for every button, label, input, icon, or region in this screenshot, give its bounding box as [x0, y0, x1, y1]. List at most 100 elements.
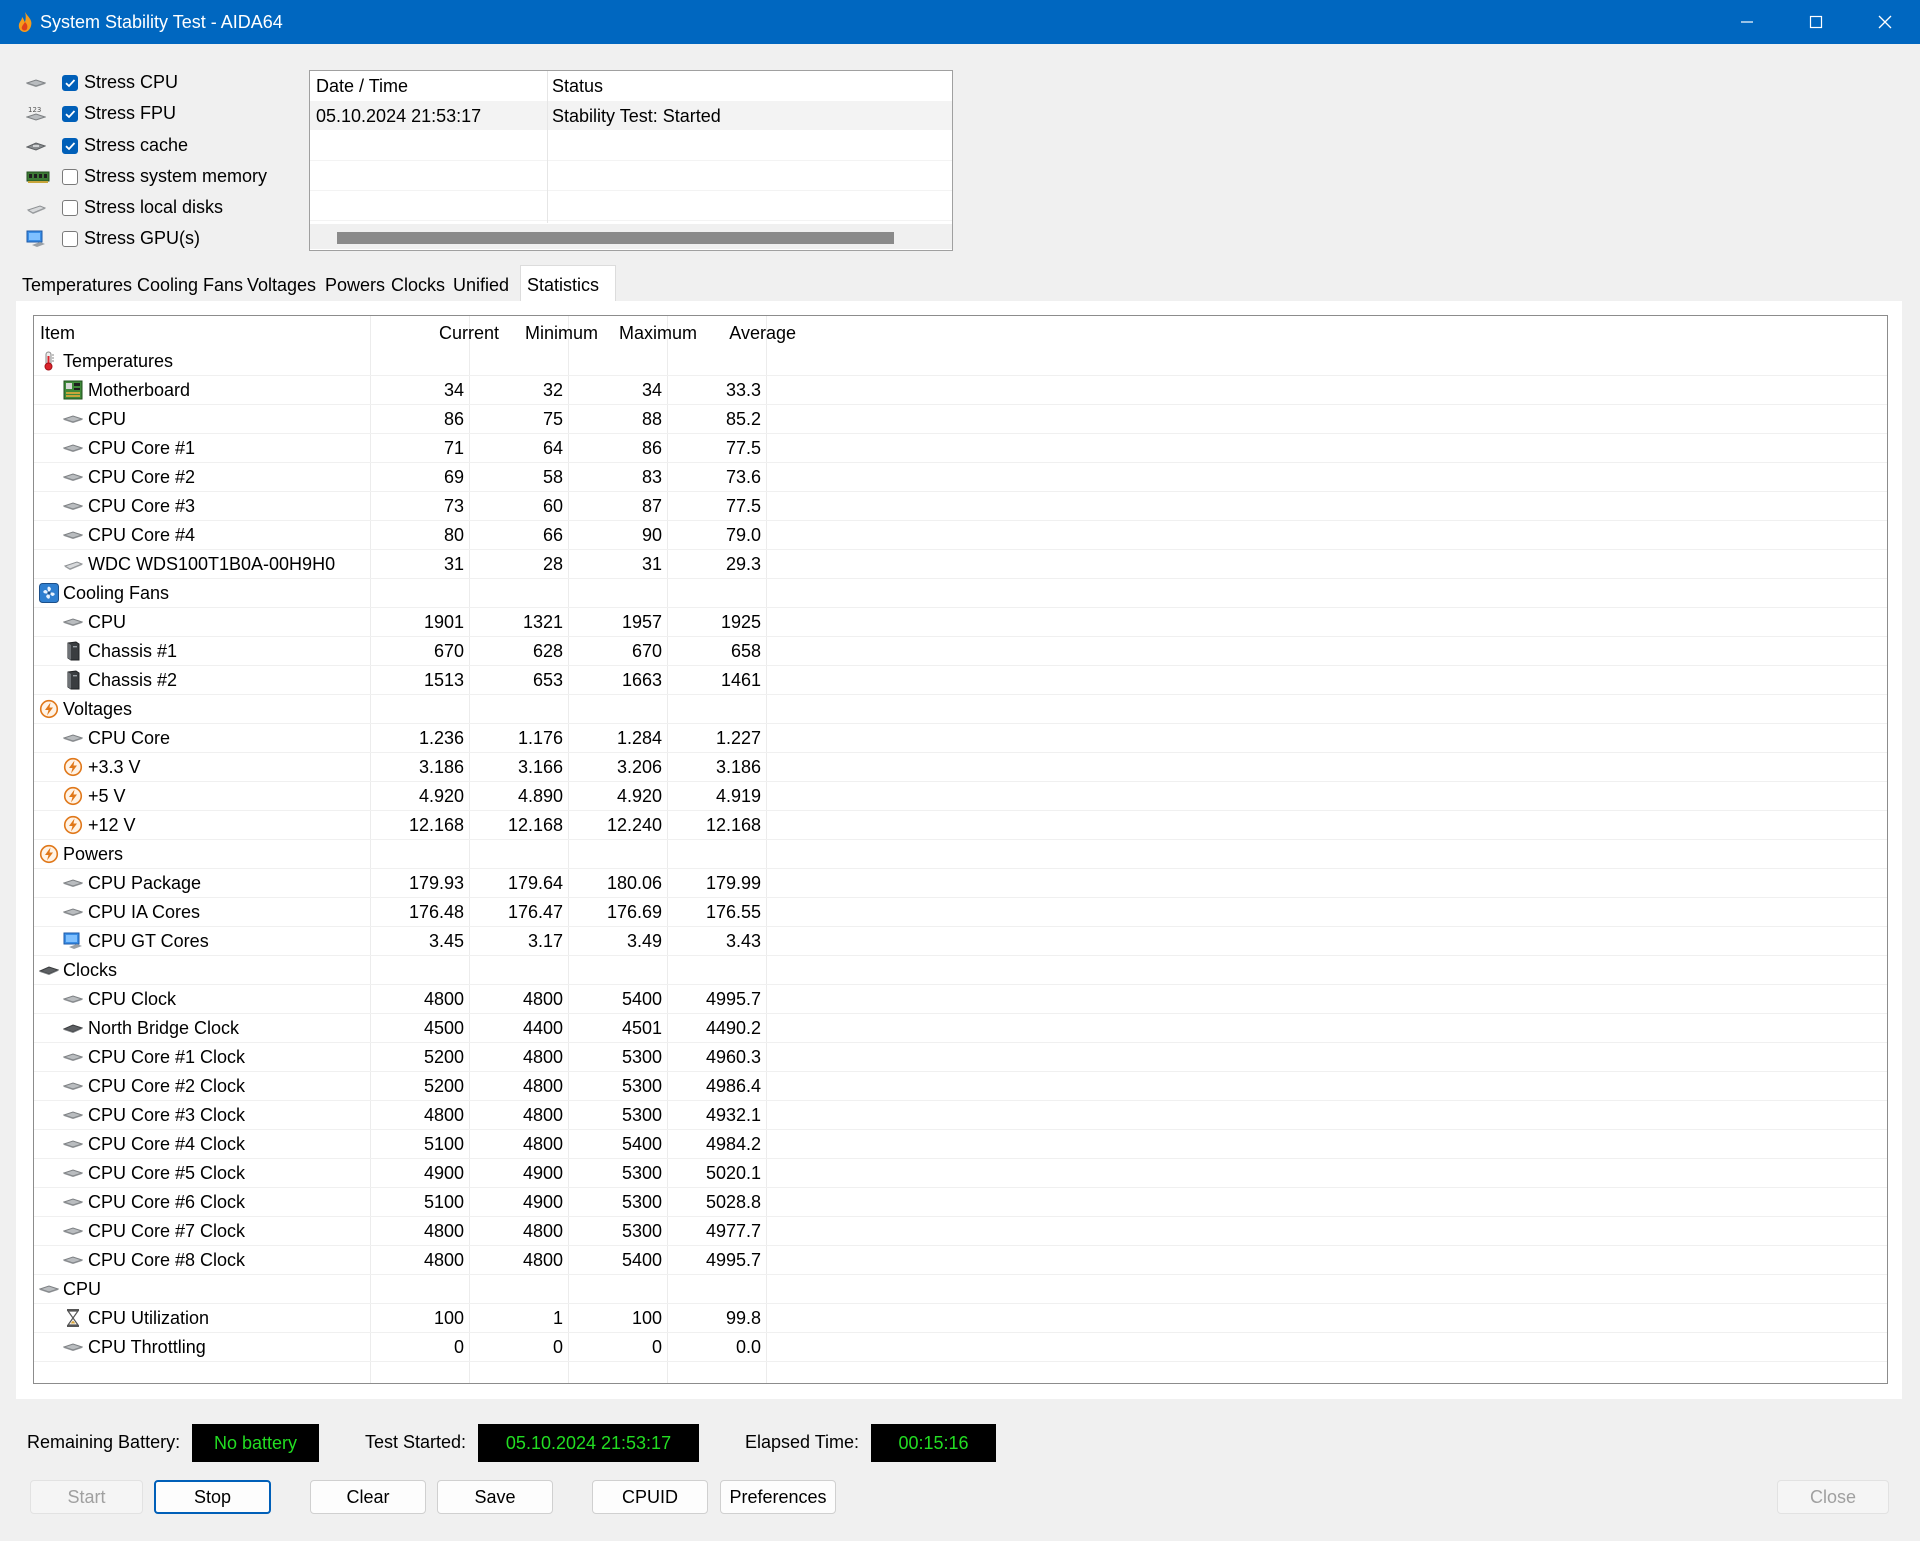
table-row[interactable]: CPU Core #8 Clock 4800 4800 5400 4995.7	[34, 1245, 1887, 1275]
stress-option-stress-gpu-s[interactable]: Stress GPU(s)	[26, 225, 286, 253]
item-name: CPU	[88, 612, 127, 632]
log-row[interactable]: 05.10.2024 21:53:17 Stability Test: Star…	[310, 101, 952, 130]
stress-option-label[interactable]: Stress local disks	[84, 197, 223, 218]
minimum-value: 4800	[522, 1105, 563, 1125]
minimize-button[interactable]	[1713, 0, 1782, 44]
table-row[interactable]: CPU Utilization 100 1 100 99.8	[34, 1303, 1887, 1333]
table-row[interactable]: CPU Core #5 Clock 4900 4900 5300 5020.1	[34, 1158, 1887, 1188]
table-row[interactable]: WDC WDS100T1B0A-00H9H0 31 28 31 29.3	[34, 549, 1887, 579]
header-average[interactable]: Average	[667, 323, 796, 344]
cpu-chip-icon	[62, 1221, 84, 1241]
stress-option-stress-fpu[interactable]: 123 Stress FPU	[25, 100, 286, 128]
cpuid-button[interactable]: CPUID	[592, 1480, 708, 1514]
tab-voltages[interactable]: Voltages	[241, 268, 319, 302]
header-item[interactable]: Item	[40, 323, 75, 344]
stress-option-stress-system-memory[interactable]: Stress system memory	[26, 163, 286, 191]
title-bar[interactable]: System Stability Test - AIDA64	[0, 0, 1920, 44]
event-log[interactable]: Date / Time Status 05.10.2024 21:53:17 S…	[309, 70, 953, 251]
table-row[interactable]: CPU Package 179.93 179.64 180.06 179.99	[34, 868, 1887, 898]
start-button[interactable]: Start	[30, 1480, 143, 1514]
table-row[interactable]: CPU Core #2 Clock 5200 4800 5300 4986.4	[34, 1071, 1887, 1101]
scrollbar-thumb[interactable]	[337, 232, 894, 244]
table-row[interactable]: Motherboard 34 32 34 33.3	[34, 375, 1887, 405]
table-row[interactable]: CPU Core #7 Clock 4800 4800 5300 4977.7	[34, 1216, 1887, 1246]
stress-option-label[interactable]: Stress cache	[84, 135, 188, 156]
preferences-button[interactable]: Preferences	[720, 1480, 836, 1514]
table-row[interactable]: CPU Core #1 Clock 5200 4800 5300 4960.3	[34, 1042, 1887, 1072]
table-row[interactable]: CPU Core #4 80 66 90 79.0	[34, 520, 1887, 550]
table-row[interactable]: +12 V 12.168 12.168 12.240 12.168	[34, 810, 1887, 840]
average-value: 5020.1	[705, 1163, 761, 1183]
stress-checkbox[interactable]	[62, 200, 78, 216]
table-row[interactable]: Chassis #2 1513 653 1663 1461	[34, 665, 1887, 695]
tab-statistics[interactable]: Statistics	[520, 265, 616, 303]
stress-option-label[interactable]: Stress system memory	[84, 166, 267, 187]
minimum-value: 179.64	[507, 873, 563, 893]
stress-option-label[interactable]: Stress FPU	[84, 103, 176, 124]
table-row[interactable]: CPU IA Cores 176.48 176.47 176.69 176.55	[34, 897, 1887, 927]
table-row[interactable]: +5 V 4.920 4.890 4.920 4.919	[34, 781, 1887, 811]
log-header-status: Status	[552, 76, 604, 96]
stress-option-label[interactable]: Stress GPU(s)	[84, 228, 200, 249]
stop-button[interactable]: Stop	[154, 1480, 271, 1514]
stress-checkbox[interactable]	[62, 138, 78, 154]
maximize-button[interactable]	[1782, 0, 1851, 44]
table-row[interactable]: CPU 86 75 88 85.2	[34, 404, 1887, 434]
stress-option-stress-cpu[interactable]: Stress CPU	[25, 69, 286, 97]
tab-cooling-fans[interactable]: Cooling Fans	[131, 268, 243, 302]
close-window-button[interactable]	[1851, 0, 1920, 44]
group-label: CPU	[63, 1279, 102, 1299]
tab-unified[interactable]: Unified	[447, 268, 520, 302]
table-row[interactable]: CPU Core #3 73 60 87 77.5	[34, 491, 1887, 521]
maximum-value: 5400	[621, 1134, 662, 1154]
table-row[interactable]: CPU Core #3 Clock 4800 4800 5300 4932.1	[34, 1100, 1887, 1130]
stress-option-label[interactable]: Stress CPU	[84, 72, 178, 93]
group-row[interactable]: Voltages	[34, 694, 1887, 724]
stress-checkbox[interactable]	[62, 106, 78, 122]
elapsed-time-label: Elapsed Time:	[745, 1432, 860, 1452]
table-row[interactable]: CPU Throttling 0 0 0 0.0	[34, 1332, 1887, 1362]
table-row[interactable]: +3.3 V 3.186 3.166 3.206 3.186	[34, 752, 1887, 782]
group-row[interactable]: CPU	[34, 1274, 1887, 1304]
group-row[interactable]: Powers	[34, 839, 1887, 869]
item-name: CPU Core #3 Clock	[88, 1105, 246, 1125]
stress-checkbox[interactable]	[62, 75, 78, 91]
clear-button[interactable]: Clear	[310, 1480, 426, 1514]
current-value: 31	[443, 554, 464, 574]
group-row[interactable]: Temperatures	[34, 346, 1887, 376]
stress-option-stress-cache[interactable]: Stress cache	[25, 132, 286, 160]
stress-checkbox[interactable]	[62, 169, 78, 185]
table-row[interactable]: CPU Core #1 71 64 86 77.5	[34, 433, 1887, 463]
group-row[interactable]: Cooling Fans	[34, 578, 1887, 608]
tab-powers[interactable]: Powers	[319, 268, 385, 302]
average-value: 176.55	[705, 902, 761, 922]
maximum-value: 670	[631, 641, 662, 661]
log-horizontal-scrollbar[interactable]	[310, 224, 952, 249]
tab-clocks[interactable]: Clocks	[385, 268, 447, 302]
table-row[interactable]: CPU Core #2 69 58 83 73.6	[34, 462, 1887, 492]
item-name: CPU Core #3	[88, 496, 196, 516]
table-row[interactable]: CPU Core 1.236 1.176 1.284 1.227	[34, 723, 1887, 753]
table-row[interactable]: CPU GT Cores 3.45 3.17 3.49 3.43	[34, 926, 1887, 956]
close-button[interactable]: Close	[1777, 1480, 1889, 1514]
current-value: 5100	[423, 1134, 464, 1154]
stress-checkbox[interactable]	[62, 231, 78, 247]
maximum-value: 5300	[621, 1192, 662, 1212]
table-row[interactable]: CPU Core #4 Clock 5100 4800 5400 4984.2	[34, 1129, 1887, 1159]
average-value: 4995.7	[705, 1250, 761, 1270]
minimum-value: 60	[542, 496, 563, 516]
table-row[interactable]: Chassis #1 670 628 670 658	[34, 636, 1887, 666]
table-row[interactable]: North Bridge Clock 4500 4400 4501 4490.2	[34, 1013, 1887, 1043]
group-row[interactable]: Clocks	[34, 955, 1887, 985]
statistics-grid[interactable]: Item Current Minimum Maximum Average Tem…	[33, 315, 1888, 1384]
table-row[interactable]: CPU Clock 4800 4800 5400 4995.7	[34, 984, 1887, 1014]
average-value: 77.5	[725, 496, 761, 516]
tab-temperatures[interactable]: Temperatures	[16, 268, 132, 302]
average-value: 73.6	[725, 467, 761, 487]
cpu-chip-icon	[25, 73, 50, 93]
table-row[interactable]: CPU Core #6 Clock 5100 4900 5300 5028.8	[34, 1187, 1887, 1217]
table-row[interactable]: CPU 1901 1321 1957 1925	[34, 607, 1887, 637]
stress-option-stress-local-disks[interactable]: Stress local disks	[26, 194, 286, 222]
save-button[interactable]: Save	[437, 1480, 553, 1514]
minimum-value: 4900	[522, 1192, 563, 1212]
